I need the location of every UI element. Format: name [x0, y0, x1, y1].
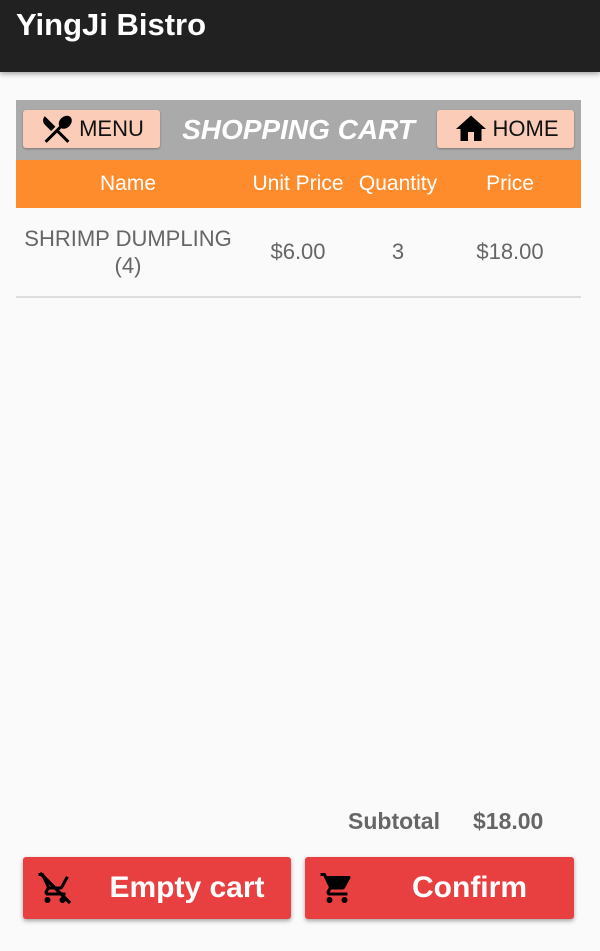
- column-header-quantity: Quantity: [358, 172, 438, 195]
- menu-button[interactable]: MENU: [23, 110, 160, 148]
- subtotal-value: $18.00: [473, 808, 544, 834]
- home-icon: [455, 115, 486, 141]
- home-button-label: HOME: [492, 116, 559, 141]
- empty-cart-button[interactable]: Empty cart: [23, 857, 291, 919]
- item-quantity: 3: [391, 239, 405, 264]
- table-header: Name Unit Price Quantity Price: [16, 160, 581, 208]
- menu-button-label: MENU: [79, 116, 144, 141]
- cart-nav-bar: MENU SHOPPING CART HOME: [16, 100, 581, 160]
- item-price: $18.00: [476, 239, 544, 264]
- confirm-button[interactable]: Confirm: [305, 857, 574, 919]
- subtotal-label: Subtotal: [348, 808, 440, 834]
- page-title: SHOPPING CART: [182, 114, 415, 145]
- column-header-price: Price: [486, 172, 534, 195]
- column-header-name: Name: [99, 172, 157, 195]
- remove-cart-icon: [38, 871, 72, 905]
- app-bar: YingJi Bistro: [0, 0, 600, 72]
- utensils-icon: [43, 115, 72, 143]
- table-row[interactable]: SHRIMP DUMPLING (4) $6.00 3 $18.00: [16, 208, 581, 298]
- home-button[interactable]: HOME: [437, 110, 574, 148]
- empty-cart-label: Empty cart: [109, 871, 265, 904]
- item-name: SHRIMP DUMPLING (4): [24, 226, 232, 278]
- column-header-unit-price: Unit Price: [252, 172, 344, 195]
- confirm-label: Confirm: [412, 871, 527, 904]
- cart-icon: [320, 873, 351, 903]
- item-unit-price: $6.00: [270, 239, 326, 264]
- app-title: YingJi Bistro: [16, 7, 207, 42]
